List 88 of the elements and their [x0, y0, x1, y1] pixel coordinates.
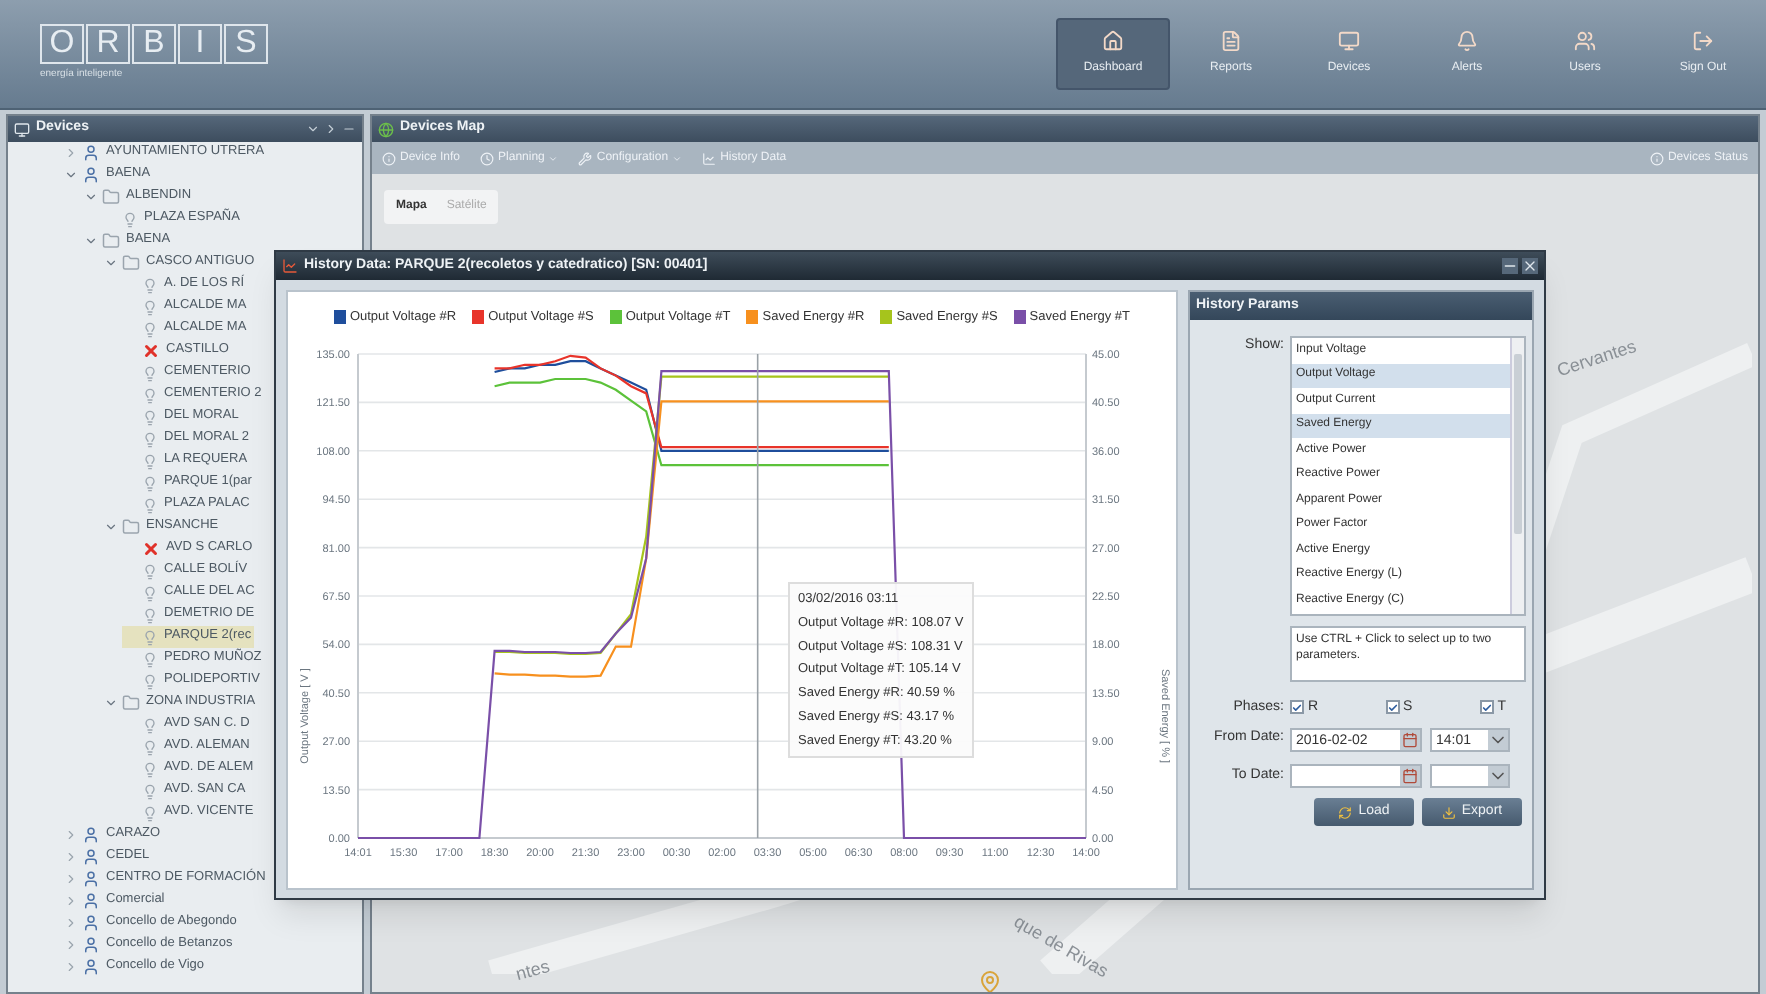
- check-icon: [1387, 701, 1398, 714]
- calendar-icon: [1400, 766, 1420, 786]
- collapse-icon[interactable]: [63, 916, 77, 930]
- checkbox[interactable]: [1290, 700, 1304, 715]
- collapse-icon[interactable]: [63, 894, 77, 908]
- lamp-icon: [142, 717, 158, 733]
- calendar-icon: [1400, 730, 1420, 750]
- check-icon: [1292, 701, 1302, 714]
- error-icon: [142, 342, 160, 360]
- lamp-icon: [142, 475, 158, 491]
- scrollbar[interactable]: [1510, 338, 1524, 613]
- nav-icon: [1102, 30, 1124, 52]
- lamp-icon: [142, 563, 158, 579]
- collapse-icon[interactable]: [63, 938, 77, 952]
- collapse-icon[interactable]: [63, 872, 77, 886]
- lamp-icon: [142, 673, 158, 689]
- collapse-icon[interactable]: [63, 828, 77, 842]
- person-icon: [82, 848, 100, 866]
- caret-icon: [1488, 730, 1508, 750]
- logo: O R B I S: [40, 24, 268, 65]
- minimize-icon[interactable]: [1502, 258, 1518, 274]
- checkbox[interactable]: [1385, 700, 1400, 715]
- date-field[interactable]: [1290, 764, 1422, 788]
- lamp-icon: [142, 277, 158, 293]
- lamp-icon: [142, 585, 158, 601]
- error-icon: [142, 540, 160, 558]
- lamp-icon: [142, 431, 158, 447]
- lamp-icon: [142, 365, 158, 381]
- folder-icon: [122, 518, 140, 536]
- nav-icon: [1338, 30, 1360, 52]
- person-icon: [82, 144, 100, 162]
- collapse-icon[interactable]: [63, 960, 77, 974]
- caret-icon: [1488, 766, 1508, 786]
- lamp-icon: [142, 629, 158, 645]
- nav-icon: [1574, 30, 1596, 52]
- person-icon: [82, 870, 100, 888]
- person-icon: [82, 914, 100, 932]
- minimize-icon[interactable]: [342, 122, 356, 136]
- person-icon: [82, 936, 100, 954]
- lamp-icon: [142, 321, 158, 337]
- street-label: ntes: [513, 954, 553, 989]
- lamp-icon: [142, 761, 158, 777]
- expand-icon[interactable]: [83, 234, 97, 248]
- person-icon: [82, 958, 100, 976]
- expand-all-icon[interactable]: [324, 122, 338, 136]
- close-icon[interactable]: [1522, 258, 1538, 274]
- lamp-icon: [142, 299, 158, 315]
- folder-icon: [122, 254, 140, 272]
- lamp-icon: [142, 387, 158, 403]
- check-icon: [1481, 701, 1492, 714]
- toolbar-icon: [480, 151, 495, 165]
- expand-icon[interactable]: [103, 520, 117, 534]
- lamp-icon: [142, 409, 158, 425]
- button-icon: [1338, 805, 1353, 819]
- toolbar-icon: [702, 151, 717, 165]
- expand-icon[interactable]: [103, 256, 117, 270]
- lamp-icon: [142, 497, 158, 513]
- person-icon: [82, 892, 100, 910]
- person-icon: [82, 166, 100, 184]
- folder-icon: [122, 694, 140, 712]
- lamp-icon: [142, 783, 158, 799]
- lamp-icon: [142, 739, 158, 755]
- lamp-icon: [142, 805, 158, 821]
- lamp-icon: [142, 453, 158, 469]
- lamp-icon: [122, 211, 138, 227]
- globe-icon: [378, 121, 394, 137]
- expand-icon[interactable]: [63, 168, 77, 182]
- expand-icon[interactable]: [83, 190, 97, 204]
- collapse-icon[interactable]: [63, 146, 77, 160]
- folder-icon: [102, 188, 120, 206]
- nav-icon: [1456, 30, 1478, 52]
- folder-icon: [102, 232, 120, 250]
- button-icon: [1441, 805, 1456, 819]
- lamp-icon: [142, 607, 158, 623]
- person-icon: [82, 826, 100, 844]
- lamp-icon: [142, 651, 158, 667]
- toolbar-icon: [578, 151, 593, 165]
- checkbox[interactable]: [1479, 700, 1494, 715]
- chart-icon: [282, 258, 298, 274]
- toolbar-icon: [382, 151, 396, 165]
- time-field[interactable]: [1430, 764, 1510, 788]
- nav-icon: [1220, 30, 1242, 52]
- info-icon: [1649, 151, 1664, 165]
- panel-icon: [14, 121, 30, 137]
- collapse-icon[interactable]: [63, 850, 77, 864]
- collapse-all-icon[interactable]: [306, 122, 320, 136]
- nav-icon: [1692, 30, 1714, 52]
- expand-icon[interactable]: [103, 696, 117, 710]
